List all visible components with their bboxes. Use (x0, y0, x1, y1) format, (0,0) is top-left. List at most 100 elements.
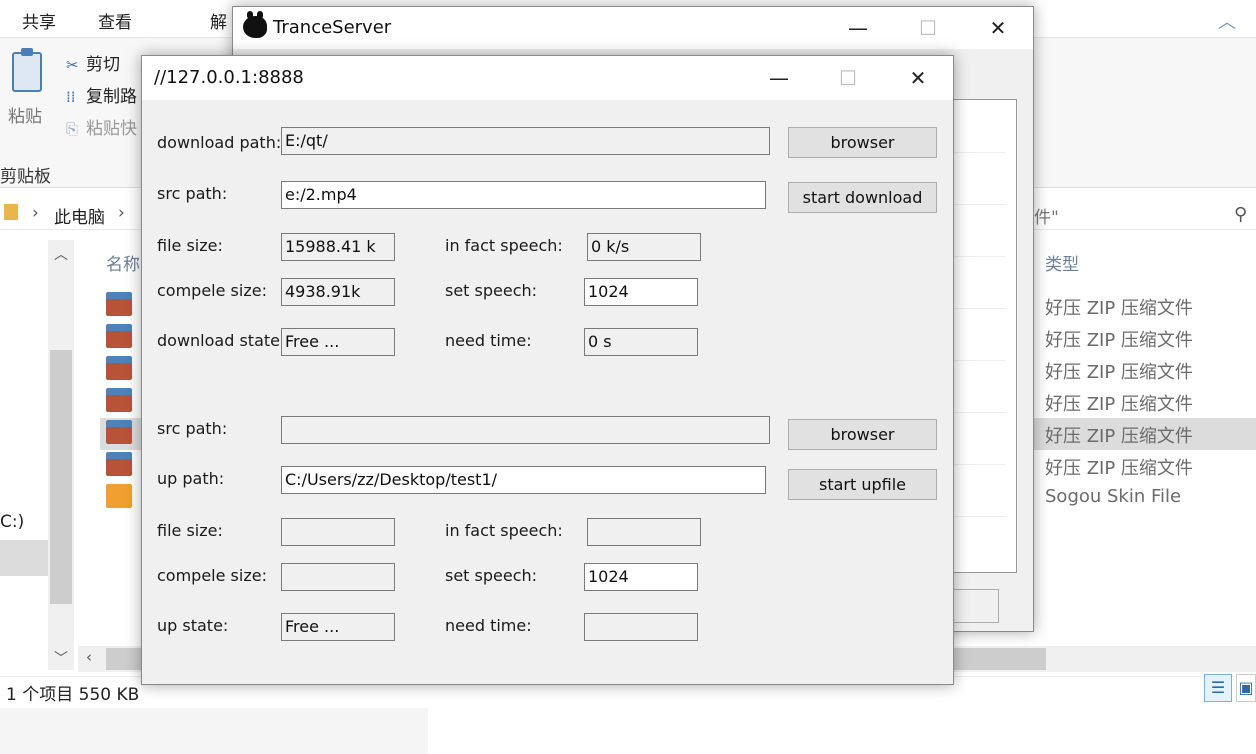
download-file-size-label: file size: (157, 236, 223, 255)
chevron-up-icon[interactable]: ︿ (54, 244, 68, 264)
download-compele-size-field: 4938.91k (281, 278, 395, 306)
download-in-fact-speech-label: in fact speech: (445, 236, 563, 255)
maximize-button[interactable]: ☐ (813, 56, 883, 100)
tab-extract[interactable]: 解 (210, 8, 227, 33)
file-type-cell[interactable]: 好压 ZIP 压缩文件 (1045, 454, 1193, 480)
details-view-icon[interactable]: ☰ (1204, 674, 1232, 702)
copy-path-icon: ⁞⁞ (66, 88, 76, 106)
download-need-time-label: need time: (445, 331, 532, 350)
maximize-button[interactable]: ☐ (893, 7, 963, 49)
download-state-field: Free ... (281, 328, 395, 356)
download-in-fact-speech-field: 0 k/s (587, 233, 701, 261)
scrollbar-thumb[interactable] (50, 350, 72, 604)
file-type-cell[interactable]: 好压 ZIP 压缩文件 (1045, 294, 1193, 320)
file-type-cell[interactable]: 好压 ZIP 压缩文件 (1045, 422, 1193, 448)
list-row-divider (954, 360, 1006, 361)
minimize-button[interactable]: — (823, 7, 893, 49)
upload-need-time-field (584, 613, 698, 641)
list-row-divider (954, 412, 1006, 413)
upload-need-time-label: need time: (445, 616, 532, 635)
close-button[interactable]: ✕ (883, 56, 953, 100)
breadcrumb-separator: › (118, 203, 125, 223)
up-path-input[interactable]: C:/Users/zz/Desktop/test1/ (281, 466, 766, 494)
file-type-cell[interactable]: 好压 ZIP 压缩文件 (1045, 326, 1193, 352)
download-path-label: download path: (157, 133, 282, 152)
zip-file-icon[interactable] (106, 452, 132, 476)
title-bar[interactable]: //127.0.0.1:8888 — ☐ ✕ (142, 56, 953, 100)
file-type-cell[interactable]: Sogou Skin File (1045, 486, 1181, 507)
client-list[interactable] (953, 99, 1017, 573)
cut-button[interactable]: ✂ 剪切 (66, 50, 120, 75)
nav-pane-scrollbar[interactable]: ︿ ﹀ (48, 240, 74, 670)
scissors-icon: ✂ (66, 56, 79, 74)
window-title: //127.0.0.1:8888 (154, 67, 304, 88)
clipboard-icon[interactable] (12, 48, 42, 92)
chevron-left-icon[interactable]: ‹ (86, 648, 92, 666)
upload-src-path-field[interactable] (281, 416, 770, 444)
paste-shortcut-button[interactable]: ⎘ 粘贴快 (66, 114, 137, 139)
folder-icon (4, 204, 18, 220)
download-src-path-input[interactable]: e:/2.mp4 (281, 181, 766, 209)
nav-item-drive-c[interactable]: C:) (0, 512, 24, 532)
upload-compele-size-label: compele size: (157, 566, 267, 585)
window-title: TranceServer (273, 17, 392, 38)
nav-item-selected[interactable] (0, 540, 48, 576)
breadcrumb-separator: › (32, 203, 39, 223)
upload-src-path-label: src path: (157, 419, 228, 438)
app-logo-icon (243, 11, 267, 38)
download-compele-size-label: compele size: (157, 281, 267, 300)
list-row-divider (954, 516, 1006, 517)
upload-file-size-label: file size: (157, 521, 223, 540)
column-header-name[interactable]: 名称 (106, 250, 140, 275)
list-row-divider (954, 152, 1006, 153)
breadcrumb-this-pc[interactable]: 此电脑 (54, 203, 105, 228)
close-button[interactable]: ✕ (963, 7, 1033, 49)
zip-file-icon[interactable] (106, 292, 132, 316)
status-text: 1 个项目 550 KB (6, 685, 140, 705)
start-upfile-button[interactable]: start upfile (788, 469, 937, 500)
upload-compele-size-field (281, 563, 395, 591)
zip-file-icon[interactable] (106, 388, 132, 412)
sogou-skin-file-icon[interactable] (106, 484, 132, 508)
chevron-up-icon[interactable]: ︿ (1218, 8, 1236, 34)
zip-file-icon[interactable] (106, 420, 132, 444)
download-set-speech-label: set speech: (445, 281, 538, 300)
paste-shortcut-icon: ⎘ (66, 120, 79, 138)
start-download-button[interactable]: start download (788, 182, 937, 213)
minimize-button[interactable]: — (744, 56, 814, 100)
list-row-divider (954, 256, 1006, 257)
download-set-speech-input[interactable]: 1024 (584, 278, 698, 306)
download-need-time-field: 0 s (584, 328, 698, 356)
list-row-divider (954, 204, 1006, 205)
copy-path-button[interactable]: ⁞⁞ 复制路 (66, 82, 137, 107)
up-state-field: Free ... (281, 613, 395, 641)
download-src-path-label: src path: (157, 184, 228, 203)
file-type-cell[interactable]: 好压 ZIP 压缩文件 (1045, 390, 1193, 416)
background-panel (0, 708, 428, 754)
column-header-type[interactable]: 类型 (1045, 250, 1079, 275)
tab-view[interactable]: 查看 (98, 8, 132, 33)
upload-set-speech-label: set speech: (445, 566, 538, 585)
file-type-cell[interactable]: 好压 ZIP 压缩文件 (1045, 358, 1193, 384)
upload-in-fact-speech-field (587, 518, 701, 546)
download-path-field[interactable]: E:/qt/ (281, 127, 770, 155)
trance-action-button[interactable] (953, 589, 999, 623)
title-bar[interactable]: TranceServer — ☐ ✕ (233, 7, 1033, 49)
zip-file-icon[interactable] (106, 356, 132, 380)
upload-browser-button[interactable]: browser (788, 419, 937, 450)
search-input[interactable]: 件" (1034, 203, 1059, 228)
transfer-client-window: //127.0.0.1:8888 — ☐ ✕ download path: E:… (141, 55, 954, 685)
chevron-down-icon[interactable]: ﹀ (54, 648, 68, 668)
search-icon[interactable]: ⚲ (1234, 204, 1247, 225)
zip-file-icon[interactable] (106, 324, 132, 348)
paste-button[interactable]: 粘贴 (8, 102, 42, 127)
large-icons-view-icon[interactable]: ▣ (1236, 674, 1256, 702)
upload-in-fact-speech-label: in fact speech: (445, 521, 563, 540)
list-row-divider (954, 464, 1006, 465)
list-row-divider (954, 308, 1006, 309)
upload-set-speech-input[interactable]: 1024 (584, 563, 698, 591)
upload-file-size-field (281, 518, 395, 546)
download-state-label: download state: (157, 331, 286, 350)
download-browser-button[interactable]: browser (788, 127, 937, 158)
tab-share[interactable]: 共享 (22, 8, 56, 33)
